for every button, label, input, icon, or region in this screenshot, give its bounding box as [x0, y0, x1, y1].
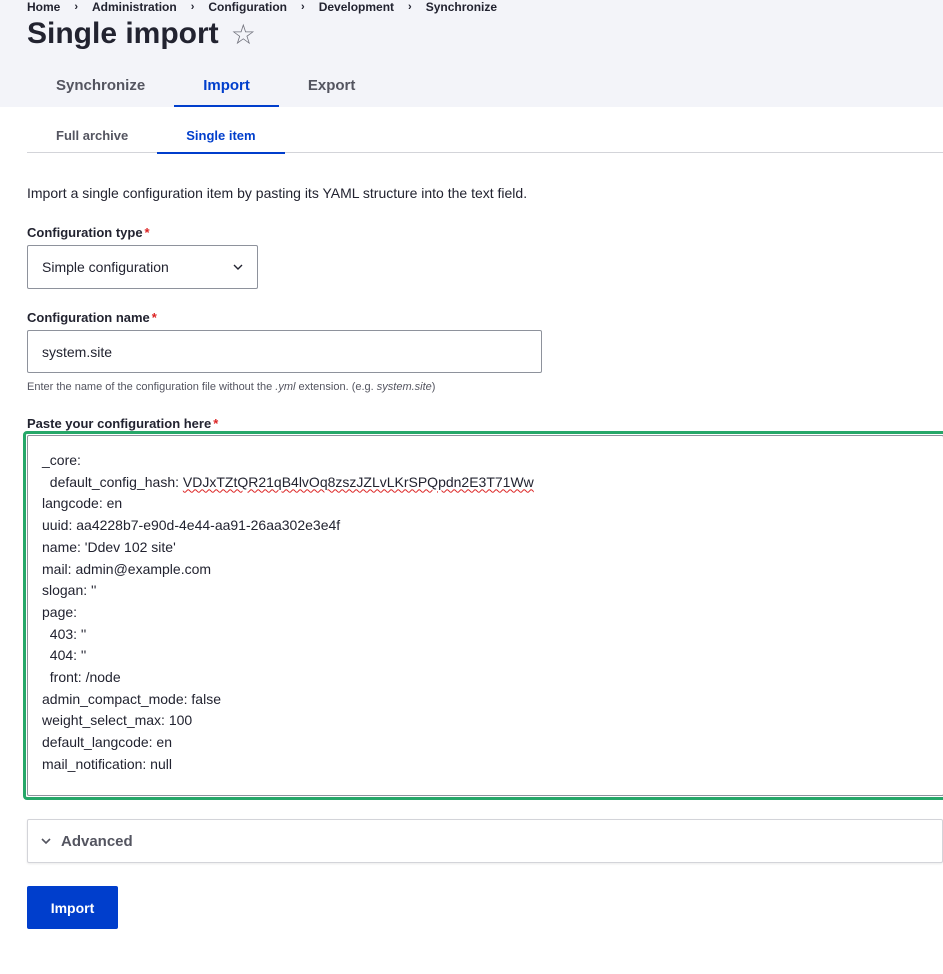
chevron-right-icon: › — [74, 1, 79, 13]
breadcrumb: Home › Administration › Configuration › … — [27, 0, 497, 14]
config-type-value: Simple configuration — [42, 259, 169, 275]
breadcrumb-administration[interactable]: Administration — [92, 0, 177, 14]
breadcrumb-development[interactable]: Development — [319, 0, 394, 14]
code-line: 403: '' — [42, 625, 87, 642]
tab-export[interactable]: Export — [279, 64, 385, 107]
config-type-label: Configuration type * — [27, 225, 150, 240]
description-text: ) — [431, 381, 436, 393]
config-type-label-text: Configuration type — [27, 225, 143, 240]
primary-tabs: Synchronize Import Export — [27, 64, 384, 107]
code-line: name: 'Ddev 102 site' — [42, 538, 176, 555]
config-type-select[interactable]: Simple configuration — [27, 245, 258, 289]
code-line: mail: admin@example.com — [42, 560, 212, 577]
page-title: Single import ☆ — [27, 17, 256, 51]
tab-single-item[interactable]: Single item — [157, 117, 285, 154]
secondary-tabs: Full archive Single item — [27, 117, 943, 154]
breadcrumb-home[interactable]: Home — [27, 0, 60, 14]
code-line: weight_select_max: 100 — [42, 712, 193, 729]
config-name-label-text: Configuration name — [27, 310, 150, 325]
config-textarea[interactable]: _core: default_config_hash: VDJxTZtQR21q… — [27, 435, 943, 796]
tab-import[interactable]: Import — [174, 64, 279, 107]
chevron-down-icon — [41, 838, 51, 845]
required-marker: * — [151, 310, 157, 325]
code-line: langcode: en — [42, 495, 123, 512]
code-line: admin_compact_mode: false — [42, 690, 221, 707]
code-line: page: — [42, 603, 78, 620]
paste-config-label: Paste your configuration here * — [27, 416, 218, 431]
spellcheck-word: VDJxTZtQR21qB4lvOq8zszJZLvLKrSPQpdn2E3T7… — [182, 473, 534, 490]
config-name-label: Configuration name * — [27, 310, 157, 325]
description-ext: .yml — [275, 381, 296, 393]
intro-text: Import a single configuration item by pa… — [27, 185, 528, 201]
code-line: front: /node — [42, 669, 121, 686]
chevron-right-icon: › — [190, 1, 195, 13]
description-text: Enter the name of the configuration file… — [27, 381, 276, 393]
code-line: default_config_hash: VDJxTZtQR21qB4lvOq8… — [42, 473, 534, 490]
code-line: _core: — [42, 452, 81, 468]
code-line: 404: '' — [42, 647, 87, 664]
advanced-details-toggle[interactable]: Advanced — [27, 819, 943, 863]
breadcrumb-configuration[interactable]: Configuration — [208, 0, 287, 14]
config-textarea-focus-ring: _core: default_config_hash: VDJxTZtQR21q… — [23, 431, 943, 800]
required-marker: * — [144, 225, 150, 240]
star-icon[interactable]: ☆ — [231, 18, 256, 51]
code-line: default_langcode: en — [42, 734, 172, 751]
paste-config-label-text: Paste your configuration here — [27, 416, 212, 431]
description-text: extension. (e.g. — [295, 381, 377, 393]
page-header: Home › Administration › Configuration › … — [0, 0, 943, 107]
config-name-input[interactable] — [27, 330, 542, 373]
chevron-right-icon: › — [408, 1, 412, 13]
config-name-description: Enter the name of the configuration file… — [27, 381, 435, 393]
advanced-label: Advanced — [61, 832, 133, 850]
required-marker: * — [213, 416, 219, 431]
code-line: mail_notification: null — [42, 755, 172, 772]
description-example: system.site — [376, 381, 432, 393]
code-line: slogan: '' — [42, 582, 97, 599]
tab-synchronize[interactable]: Synchronize — [27, 64, 174, 107]
chevron-down-icon — [233, 264, 243, 270]
code-line: uuid: aa4228b7-e90d-4e44-aa91-26aa302e3e… — [42, 517, 341, 534]
import-button[interactable]: Import — [27, 886, 118, 929]
tab-full-archive[interactable]: Full archive — [27, 117, 157, 153]
breadcrumb-synchronize[interactable]: Synchronize — [426, 0, 497, 14]
page-title-text: Single import — [27, 17, 219, 50]
chevron-right-icon: › — [301, 1, 305, 13]
